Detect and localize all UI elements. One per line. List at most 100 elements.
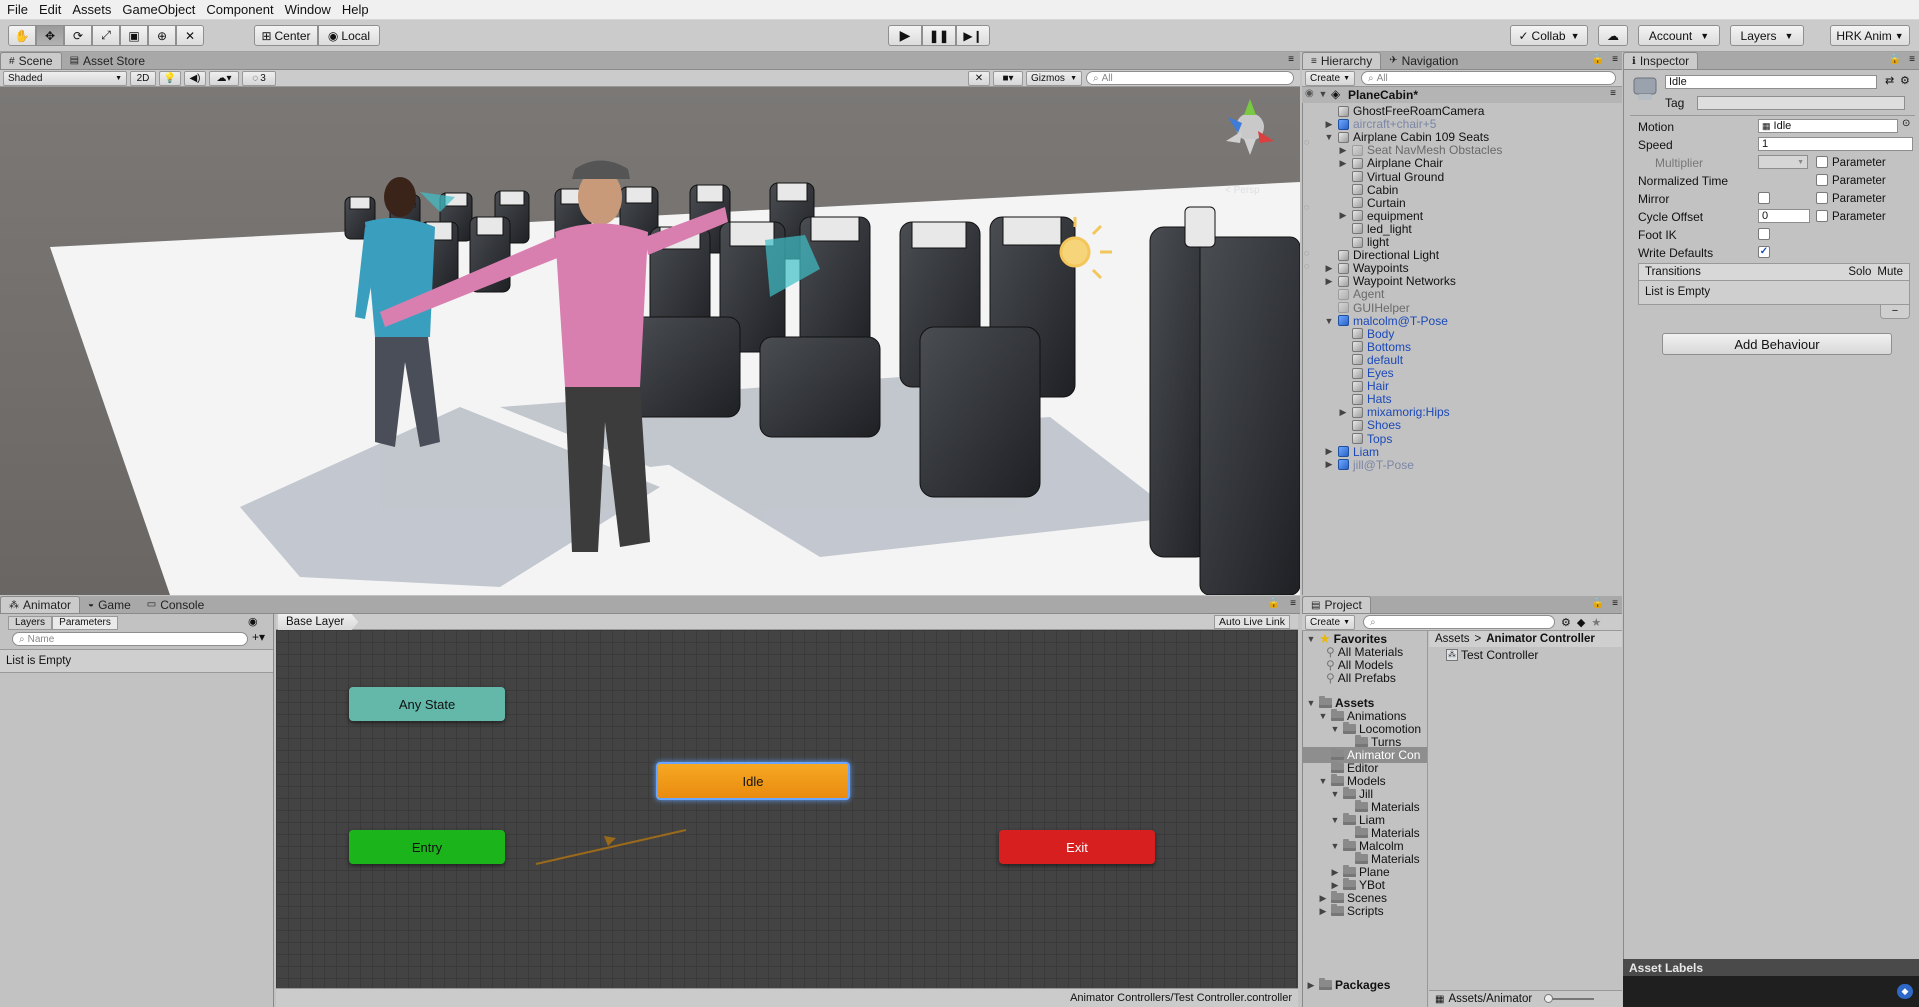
- multiplier-parameter-checkbox[interactable]: [1816, 156, 1828, 168]
- tag-input[interactable]: [1697, 96, 1905, 110]
- panel-menu-icon[interactable]: ≡: [1612, 598, 1618, 609]
- menu-edit[interactable]: Edit: [36, 2, 69, 17]
- object-picker-icon[interactable]: ⊙: [1902, 118, 1910, 129]
- expand-arrow[interactable]: ▶: [1306, 980, 1316, 991]
- remove-transition-button[interactable]: −: [1880, 305, 1910, 319]
- project-search-input[interactable]: ⌕: [1363, 615, 1555, 629]
- tab-layers[interactable]: Layers: [8, 616, 52, 630]
- filter-label-icon[interactable]: ◆: [1577, 616, 1585, 629]
- camera-dropdown[interactable]: ■▾: [993, 70, 1023, 86]
- expand-arrow[interactable]: ▼: [1306, 698, 1316, 708]
- pivot-local-button[interactable]: ◉ Local: [318, 25, 380, 46]
- expand-arrow[interactable]: ▶: [1338, 145, 1348, 156]
- hierarchy-search-input[interactable]: ⌕ All: [1361, 71, 1616, 85]
- expand-arrow[interactable]: ▶: [1324, 263, 1334, 274]
- lighting-toggle[interactable]: 💡: [159, 70, 181, 86]
- menu-assets[interactable]: Assets: [69, 2, 119, 17]
- expand-arrow[interactable]: ▶: [1324, 446, 1334, 457]
- lock-icon[interactable]: 🔒: [1268, 598, 1280, 609]
- custom-tool-button[interactable]: ✕: [176, 25, 204, 46]
- file-item-test-controller[interactable]: ⁂ Test Controller: [1446, 647, 1538, 663]
- favorite-item[interactable]: ⚲ All Prefabs: [1326, 670, 1396, 686]
- effects-dropdown[interactable]: ☁▾: [209, 70, 239, 86]
- tab-scene[interactable]: # Scene: [0, 52, 62, 69]
- normalized-time-parameter-checkbox[interactable]: [1816, 174, 1828, 186]
- transform-tool-button[interactable]: ⊕: [148, 25, 176, 46]
- mirror-checkbox[interactable]: [1758, 192, 1770, 204]
- panel-menu-icon[interactable]: ≡: [1909, 54, 1915, 65]
- tools-button[interactable]: ✕: [968, 70, 990, 86]
- filter-type-icon[interactable]: ⚙: [1561, 616, 1571, 629]
- layers-button[interactable]: Layers ▼: [1730, 25, 1804, 46]
- state-machine-graph[interactable]: Any State Idle Entry Exit: [276, 630, 1298, 988]
- audio-toggle[interactable]: ◀): [184, 70, 206, 86]
- entry-node[interactable]: Entry: [349, 830, 505, 864]
- expand-arrow[interactable]: ▶: [1324, 459, 1334, 470]
- zoom-slider[interactable]: [1544, 994, 1595, 1003]
- gear-icon[interactable]: ⚙: [1900, 74, 1910, 87]
- tab-console[interactable]: ▭ Console: [139, 596, 212, 613]
- cycle-offset-input[interactable]: 0: [1758, 209, 1810, 223]
- expand-arrow[interactable]: ▼: [1330, 724, 1340, 734]
- auto-live-link-toggle[interactable]: Auto Live Link: [1214, 615, 1290, 629]
- panel-menu-icon[interactable]: ≡: [1612, 54, 1618, 65]
- account-button[interactable]: Account ▼: [1638, 25, 1720, 46]
- expand-arrow[interactable]: ▼: [1318, 776, 1328, 786]
- add-behaviour-button[interactable]: Add Behaviour: [1662, 333, 1892, 355]
- expand-arrow[interactable]: ▶: [1324, 119, 1334, 130]
- scene-root-row[interactable]: ◉ ▼ ◈ PlaneCabin* ≡: [1302, 87, 1622, 103]
- pivot-center-button[interactable]: ⊞ Center: [254, 25, 318, 46]
- expand-arrow[interactable]: ▼: [1330, 789, 1340, 799]
- folder-item[interactable]: ▶ Scripts: [1318, 903, 1384, 919]
- hierarchy-item[interactable]: ▶ jill@T-Pose: [1324, 457, 1414, 473]
- gizmos-dropdown[interactable]: Gizmos ▼: [1026, 70, 1082, 86]
- expand-arrow[interactable]: ▼: [1330, 815, 1340, 825]
- expand-arrow[interactable]: ▶: [1330, 867, 1340, 878]
- expand-arrow[interactable]: ▶: [1338, 407, 1348, 418]
- expand-arrow[interactable]: ▼: [1324, 316, 1334, 326]
- state-name-input[interactable]: Idle: [1665, 75, 1877, 89]
- cloud-button[interactable]: ☁: [1598, 25, 1628, 46]
- idle-state-node[interactable]: Idle: [656, 762, 850, 800]
- panel-menu-icon[interactable]: ≡: [1288, 54, 1294, 65]
- hand-tool-button[interactable]: ✋: [8, 25, 36, 46]
- project-create-button[interactable]: Create ▼: [1305, 614, 1355, 630]
- menu-window[interactable]: Window: [282, 2, 339, 17]
- tab-asset-store[interactable]: ▤ Asset Store: [62, 52, 153, 69]
- settings-icon[interactable]: ⇄: [1885, 74, 1894, 87]
- breadcrumb-assets[interactable]: Assets: [1435, 633, 1470, 645]
- eye-hidden-icon[interactable]: ◌: [1304, 261, 1309, 271]
- scene-view[interactable]: < Persp: [0, 87, 1300, 595]
- menu-icon[interactable]: ≡: [1610, 88, 1616, 99]
- tag-icon[interactable]: ◆: [1897, 984, 1913, 999]
- hidden-objects-toggle[interactable]: ◌ 3: [242, 70, 276, 86]
- breadcrumb-current[interactable]: Animator Controller: [1486, 633, 1595, 645]
- lock-icon[interactable]: 🔒: [1889, 54, 1901, 65]
- expand-arrow[interactable]: ▶: [1318, 893, 1328, 904]
- hierarchy-create-button[interactable]: Create ▼: [1305, 70, 1355, 86]
- eye-hidden-icon[interactable]: ◌: [1304, 248, 1309, 258]
- add-parameter-icon[interactable]: +▾: [252, 630, 265, 644]
- expand-arrow[interactable]: ▼: [1330, 841, 1340, 851]
- shading-dropdown[interactable]: Shaded ▼: [3, 70, 127, 86]
- expand-arrow[interactable]: ▼: [1318, 89, 1328, 99]
- tab-game[interactable]: ◒ Game: [80, 596, 139, 613]
- eye-hidden-icon[interactable]: ◌: [1304, 137, 1309, 147]
- exit-node[interactable]: Exit: [999, 830, 1155, 864]
- tab-project[interactable]: ▤ Project: [1302, 596, 1371, 613]
- menu-component[interactable]: Component: [203, 2, 281, 17]
- scale-tool-button[interactable]: ⤢: [92, 25, 120, 46]
- multiplier-dropdown[interactable]: ▼: [1758, 155, 1808, 169]
- menu-gameobject[interactable]: GameObject: [119, 2, 203, 17]
- panel-menu-icon[interactable]: ≡: [1290, 598, 1296, 609]
- layout-button[interactable]: HRK Anim ▼: [1830, 25, 1910, 46]
- menu-file[interactable]: File: [4, 2, 36, 17]
- play-button[interactable]: ▶: [888, 25, 922, 46]
- expand-arrow[interactable]: ▶: [1324, 276, 1334, 287]
- eye-icon[interactable]: ◉: [1305, 88, 1314, 99]
- foot-ik-checkbox[interactable]: [1758, 228, 1770, 240]
- pause-button[interactable]: ❚❚: [922, 25, 956, 46]
- write-defaults-checkbox[interactable]: ✓: [1758, 246, 1770, 258]
- expand-arrow[interactable]: ▼: [1324, 132, 1334, 142]
- tab-inspector[interactable]: ℹ Inspector: [1623, 52, 1699, 69]
